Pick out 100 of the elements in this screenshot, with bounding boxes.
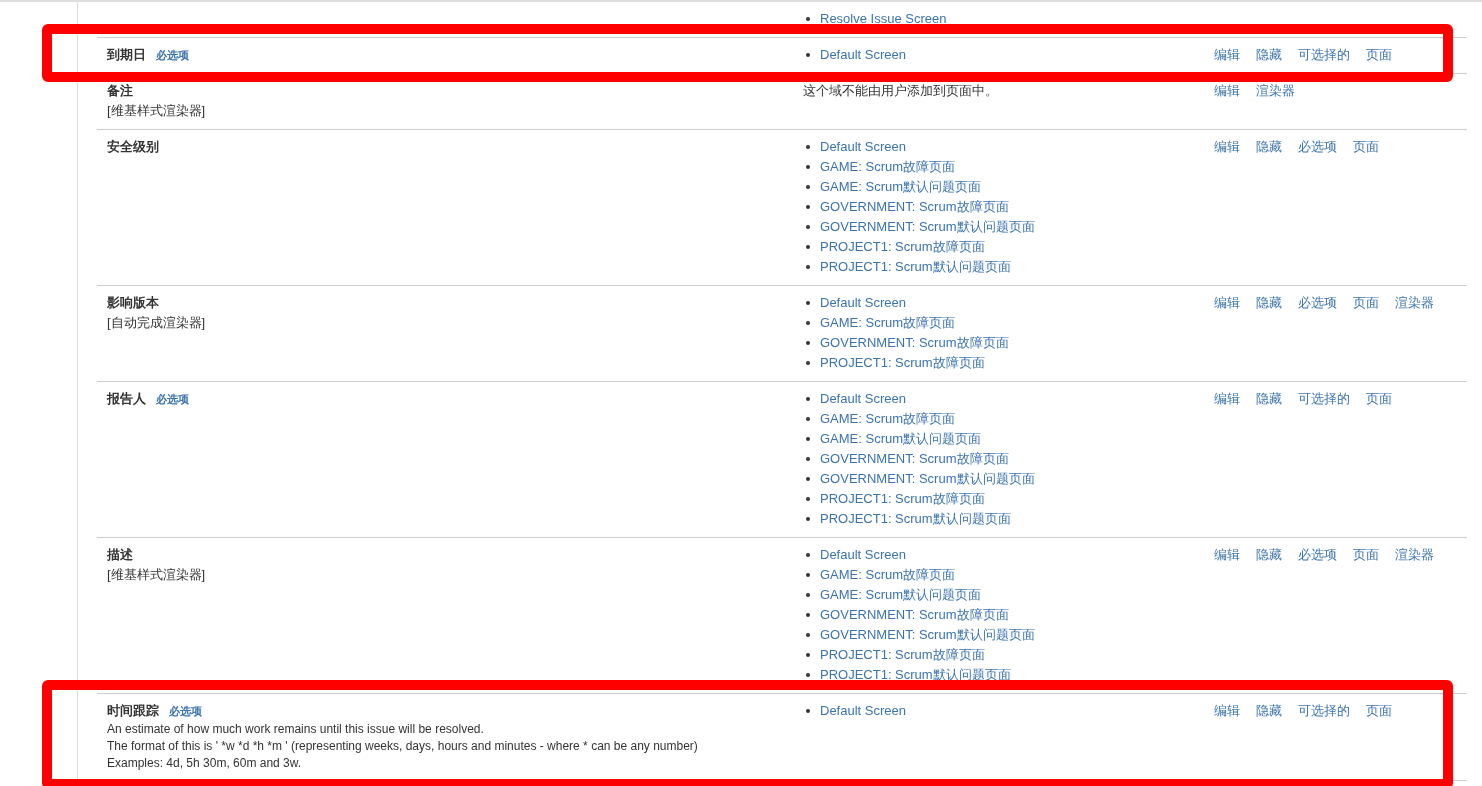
bullet-icon [806,225,810,229]
field-name: 备注 [107,82,133,100]
bullet-icon [806,145,810,149]
screen-link[interactable]: GOVERNMENT: Scrum故障页面 [820,449,1009,469]
action-link[interactable]: 渲染器 [1395,545,1434,565]
screen-link[interactable]: Default Screen [820,45,906,65]
screen-link[interactable]: Default Screen [820,389,906,409]
bullet-icon [806,553,810,557]
action-link[interactable]: 编辑 [1214,389,1240,409]
renderer-label: [自动完成渲染器] [107,314,206,332]
field-description: Examples: 4d, 5h 30m, 60m and 3w. [107,755,302,772]
screen-link[interactable]: Default Screen [820,701,906,721]
action-link[interactable]: 隐藏 [1256,545,1282,565]
field-name: 影响版本 [107,294,159,312]
field-description: The format of this is ' *w *d *h *m ' (representing weeks, days, hours and minutes - where * can be any number) [107,738,698,755]
action-link[interactable]: 渲染器 [1395,293,1434,313]
action-link[interactable]: 隐藏 [1256,701,1282,721]
field-name: 到期日 [107,46,146,64]
bullet-icon [806,613,810,617]
screen-link[interactable]: GOVERNMENT: Scrum故障页面 [820,605,1009,625]
screen-link[interactable]: PROJECT1: Scrum默认问题页面 [820,509,1011,529]
action-link[interactable]: 渲染器 [1256,81,1295,101]
bullet-icon [806,457,810,461]
action-link[interactable]: 可选择的 [1298,701,1350,721]
screen-link[interactable]: GOVERNMENT: Scrum故障页面 [820,197,1009,217]
screen-link[interactable]: PROJECT1: Scrum故障页面 [820,489,985,509]
action-link[interactable]: 隐藏 [1256,293,1282,313]
action-link[interactable]: 可选择的 [1298,45,1350,65]
bullet-icon [806,437,810,441]
screen-link[interactable]: PROJECT1: Scrum故障页面 [820,645,985,665]
action-link[interactable]: 隐藏 [1256,45,1282,65]
action-link[interactable]: 必选项 [1298,293,1337,313]
screen-link[interactable]: GOVERNMENT: Scrum故障页面 [820,333,1009,353]
field-name: 描述 [107,546,133,564]
action-link[interactable]: 可选择的 [1298,389,1350,409]
screen-link[interactable]: Resolve Issue Screen [820,9,947,29]
screen-link[interactable]: GAME: Scrum故障页面 [820,157,956,177]
bullet-icon [806,593,810,597]
action-link[interactable]: 编辑 [1214,81,1240,101]
action-link[interactable]: 编辑 [1214,701,1240,721]
bullet-icon [806,653,810,657]
screen-link[interactable]: GAME: Scrum故障页面 [820,313,956,333]
bullet-icon [806,417,810,421]
action-link[interactable]: 编辑 [1214,293,1240,313]
bullet-icon [806,517,810,521]
field-name: 报告人 [107,390,146,408]
action-link[interactable]: 编辑 [1214,545,1240,565]
screen-link[interactable]: PROJECT1: Scrum故障页面 [820,353,985,373]
screen-link[interactable]: PROJECT1: Scrum默认问题页面 [820,665,1011,685]
bullet-icon [806,17,810,21]
screen-link[interactable]: GAME: Scrum故障页面 [820,409,956,429]
field-name: 时间跟踪 [107,702,159,720]
bullet-icon [806,301,810,305]
action-link[interactable]: 页面 [1366,389,1392,409]
action-link[interactable]: 隐藏 [1256,137,1282,157]
bullet-icon [806,477,810,481]
bullet-icon [806,205,810,209]
field-name: 安全级别 [107,138,159,156]
bullet-icon [806,397,810,401]
bullet-icon [806,709,810,713]
bullet-icon [806,573,810,577]
screen-link[interactable]: Default Screen [820,293,906,313]
screen-link[interactable]: Default Screen [820,137,906,157]
required-label: 必选项 [169,704,202,719]
bullet-icon [806,633,810,637]
bullet-icon [806,497,810,501]
screen-link[interactable]: PROJECT1: Scrum默认问题页面 [820,257,1011,277]
bullet-icon [806,361,810,365]
field-description: An estimate of how much work remains until this issue will be resolved. [107,721,484,738]
action-link[interactable]: 隐藏 [1256,389,1282,409]
action-link[interactable]: 必选项 [1298,545,1337,565]
action-link[interactable]: 编辑 [1214,45,1240,65]
action-link[interactable]: 必选项 [1298,137,1337,157]
required-label: 必选项 [156,392,189,407]
bullet-icon [806,321,810,325]
action-link[interactable]: 页面 [1353,137,1379,157]
screen-link[interactable]: GAME: Scrum故障页面 [820,565,956,585]
bullet-icon [806,185,810,189]
field-note: 这个域不能由用户添加到页面中。 [803,82,998,100]
action-link[interactable]: 页面 [1353,545,1379,565]
action-link[interactable]: 页面 [1366,45,1392,65]
bullet-icon [806,245,810,249]
screen-link[interactable]: GOVERNMENT: Scrum默认问题页面 [820,217,1035,237]
bullet-icon [806,53,810,57]
screen-link[interactable]: GOVERNMENT: Scrum默认问题页面 [820,469,1035,489]
action-link[interactable]: 页面 [1353,293,1379,313]
screen-link[interactable]: Default Screen [820,545,906,565]
screen-link[interactable]: GAME: Scrum默认问题页面 [820,429,982,449]
screen-link[interactable]: GAME: Scrum默认问题页面 [820,177,982,197]
renderer-label: [维基样式渲染器] [107,566,206,584]
renderer-label: [维基样式渲染器] [107,102,206,120]
screen-link[interactable]: PROJECT1: Scrum故障页面 [820,237,985,257]
screen-link[interactable]: GAME: Scrum默认问题页面 [820,585,982,605]
required-label: 必选项 [156,48,189,63]
bullet-icon [806,165,810,169]
bullet-icon [806,673,810,677]
action-link[interactable]: 页面 [1366,701,1392,721]
action-link[interactable]: 编辑 [1214,137,1240,157]
screen-link[interactable]: GOVERNMENT: Scrum默认问题页面 [820,625,1035,645]
bullet-icon [806,341,810,345]
